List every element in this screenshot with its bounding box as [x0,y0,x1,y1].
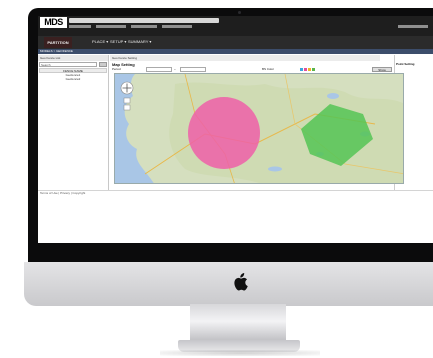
menu-place[interactable]: PLACE ▾ [92,39,108,44]
menu-setup[interactable]: SETUP ▾ [110,39,126,44]
geofence-list-title: Geo Fence List [38,55,108,61]
bookmark-item[interactable] [96,25,126,28]
bookmark-item[interactable] [131,25,157,28]
address-bar[interactable] [69,18,219,23]
footer-divider [38,190,433,191]
color-swatch[interactable] [304,68,307,71]
bookmark-item[interactable] [162,25,192,28]
map-view[interactable] [114,73,404,184]
monitor-chin [24,262,433,306]
list-item[interactable]: Geofence2 [39,77,107,81]
bs-color-label: BS Color [262,67,275,71]
bookmark-item[interactable] [398,25,428,28]
monitor-stand-neck [190,304,286,342]
app-logo: MDS [40,17,67,28]
geofence-setting-title: Geo Fence Setting [110,55,380,61]
bookmark-item[interactable] [69,25,91,28]
menu-summary[interactable]: SUMMARY ▾ [128,39,151,44]
screen: MDS PARTITION PLACE ▾ SETUP ▾ SUMMARY ▾ … [38,16,433,243]
period-separator: ~ [174,67,176,71]
zoom-out-button[interactable] [123,104,131,111]
show-button[interactable]: Show [372,67,392,72]
brand-logo: PARTITION [44,37,72,48]
period-label: Period [112,67,121,71]
footer-links[interactable]: Terms of Use | Privacy | Copyright [40,191,85,195]
map-canvas [120,74,403,183]
color-swatch[interactable] [312,68,315,71]
color-swatch[interactable] [300,68,303,71]
geofence-circle[interactable] [188,97,260,169]
search-button[interactable] [99,62,107,67]
period-end-input[interactable] [180,67,206,72]
breadcrumb: MODELS > GEOFENCE [38,49,433,54]
point-setting-label: Point Setting [396,62,415,66]
apple-logo-icon [234,273,248,291]
camera-icon [238,11,241,14]
zoom-in-button[interactable] [123,97,131,104]
stand-shadow [160,350,320,356]
color-swatch[interactable] [308,68,311,71]
period-start-input[interactable] [146,67,172,72]
search-input[interactable]: Search [39,62,97,67]
